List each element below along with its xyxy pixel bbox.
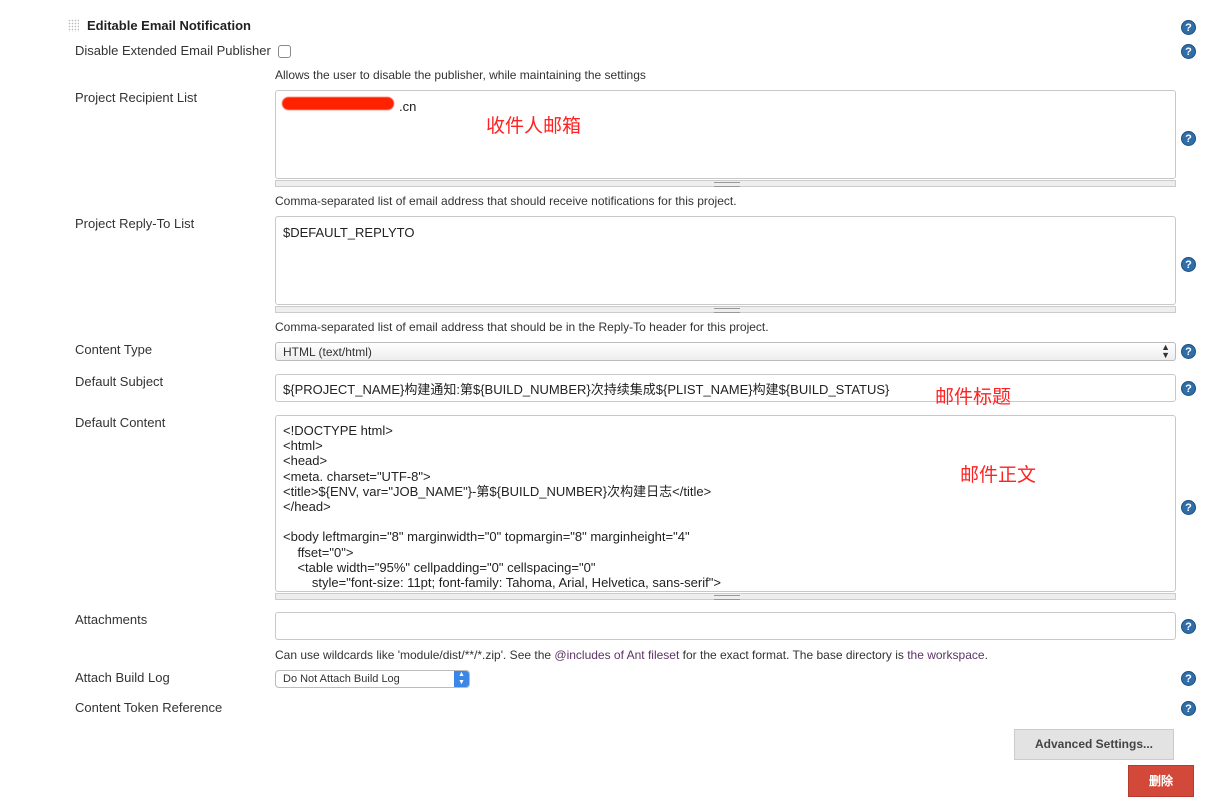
attachments-label: Attachments xyxy=(75,612,148,627)
recipient-list-textarea[interactable]: .cn xyxy=(275,90,1176,179)
help-icon[interactable]: ? xyxy=(1181,257,1196,272)
subject-annotation: 邮件标题 xyxy=(935,387,1012,408)
select-arrows-icon: ▲ ▼ xyxy=(1161,342,1170,360)
reply-to-description: Comma-separated list of email address th… xyxy=(275,320,769,334)
advanced-settings-button[interactable]: Advanced Settings... xyxy=(1014,729,1174,760)
help-icon[interactable]: ? xyxy=(1181,20,1196,35)
section-title: Editable Email Notification xyxy=(87,18,251,33)
drag-handle-icon[interactable] xyxy=(68,19,79,32)
reply-to-textarea[interactable]: $DEFAULT_REPLYTO xyxy=(275,216,1176,305)
redaction-mark xyxy=(282,97,394,110)
help-icon[interactable]: ? xyxy=(1181,381,1196,396)
attachments-desc-text: Can use wildcards like 'module/dist/**/*… xyxy=(275,648,555,662)
content-token-reference-label: Content Token Reference xyxy=(75,700,223,715)
help-icon[interactable]: ? xyxy=(1181,500,1196,515)
help-icon[interactable]: ? xyxy=(1181,44,1196,59)
help-icon[interactable]: ? xyxy=(1181,671,1196,686)
reply-to-label: Project Reply-To List xyxy=(75,216,195,231)
attachments-desc-text: for the exact format. The base directory… xyxy=(679,648,908,662)
recipient-list-description: Comma-separated list of email address th… xyxy=(275,194,737,208)
attachments-desc-text: . xyxy=(984,648,988,662)
attachments-description: Can use wildcards like 'module/dist/**/*… xyxy=(275,648,988,662)
content-type-label: Content Type xyxy=(75,342,153,357)
resize-handle[interactable] xyxy=(275,593,1176,600)
ant-fileset-link[interactable]: @includes of Ant fileset xyxy=(554,648,679,662)
default-subject-input[interactable] xyxy=(275,374,1176,402)
resize-handle[interactable] xyxy=(275,306,1176,313)
select-arrows-icon: ▲ ▼ xyxy=(454,671,469,687)
content-type-value: HTML (text/html) xyxy=(283,345,372,359)
help-icon[interactable]: ? xyxy=(1181,344,1196,359)
content-annotation: 邮件正文 xyxy=(960,465,1037,486)
attach-build-log-label: Attach Build Log xyxy=(75,670,170,685)
disable-publisher-label: Disable Extended Email Publisher xyxy=(75,43,271,58)
attachments-input[interactable] xyxy=(275,612,1176,640)
default-content-textarea[interactable]: <!DOCTYPE html> <html> <head> <meta. cha… xyxy=(275,415,1176,592)
delete-button[interactable]: 删除 xyxy=(1128,765,1194,797)
attach-build-log-select[interactable]: Do Not Attach Build Log ▲ ▼ xyxy=(275,670,470,688)
default-subject-label: Default Subject xyxy=(75,374,164,389)
content-type-select[interactable]: HTML (text/html) ▲ ▼ xyxy=(275,342,1176,361)
disable-publisher-checkbox[interactable] xyxy=(278,45,291,58)
workspace-link[interactable]: the workspace xyxy=(907,648,984,662)
recipient-annotation: 收件人邮箱 xyxy=(486,116,582,137)
help-icon[interactable]: ? xyxy=(1181,701,1196,716)
help-icon[interactable]: ? xyxy=(1181,131,1196,146)
attach-build-log-value: Do Not Attach Build Log xyxy=(283,673,400,685)
help-icon[interactable]: ? xyxy=(1181,619,1196,634)
disable-publisher-description: Allows the user to disable the publisher… xyxy=(275,68,646,82)
default-content-label: Default Content xyxy=(75,415,166,430)
recipient-list-label: Project Recipient List xyxy=(75,90,198,105)
resize-handle[interactable] xyxy=(275,180,1176,187)
